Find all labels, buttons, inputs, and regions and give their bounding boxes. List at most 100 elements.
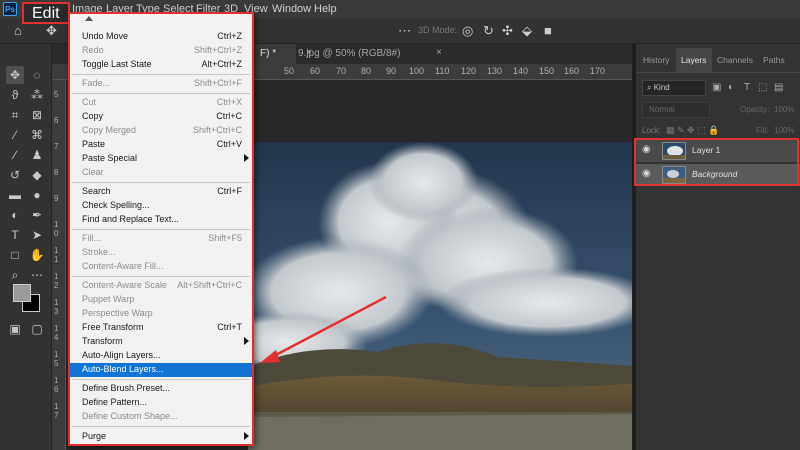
3d-pan-icon[interactable]: ✣	[502, 23, 513, 39]
rectangle-tool-icon[interactable]: □	[6, 246, 24, 264]
ruler-tick-label: 170	[590, 66, 606, 76]
menu-item-label: Fill...	[82, 233, 101, 243]
menu-window[interactable]: Window	[272, 3, 311, 15]
ruler-tick-label: 9	[54, 194, 59, 203]
frame-tool-icon[interactable]: ⊠	[28, 106, 46, 124]
menu-item-toggle-last-state[interactable]: Toggle Last State Alt+Ctrl+Z	[70, 58, 252, 72]
lasso-tool-icon[interactable]: ϑ	[6, 86, 24, 104]
pen-tool-icon[interactable]: ✒	[28, 206, 46, 224]
lock-label: Lock:	[642, 126, 662, 135]
marquee-tool-icon[interactable]: ◌	[28, 66, 46, 84]
menu-item-clear[interactable]: Clear	[70, 166, 252, 180]
menu-item-redo[interactable]: Redo Shift+Ctrl+Z	[70, 44, 252, 58]
filter-shape-icon[interactable]: ⬚	[758, 82, 767, 93]
dodge-tool-icon[interactable]: ◐	[6, 206, 24, 224]
menu-item-label: Free Transform	[82, 322, 144, 332]
photoshop-logo-icon[interactable]: Ps	[3, 2, 17, 16]
menu-item-purge[interactable]: Purge	[70, 430, 252, 444]
gradient-tool-icon[interactable]: ▬	[6, 186, 24, 204]
menu-item-label: Define Custom Shape...	[82, 411, 178, 421]
3d-slide-icon[interactable]: ⬙	[522, 23, 532, 39]
menu-item-find-replace[interactable]: Find and Replace Text...	[70, 213, 252, 227]
filter-smart-icon[interactable]: ▤	[774, 82, 783, 93]
layer-filter-select[interactable]: ⌕ Kind	[642, 80, 706, 96]
menu-item-shortcut: Alt+Shift+Ctrl+C	[177, 280, 242, 290]
menu-help[interactable]: Help	[314, 3, 337, 15]
menu-item-copy-merged[interactable]: Copy Merged Shift+Ctrl+C	[70, 124, 252, 138]
document-tab-label: 9.jpg @ 50% (RGB/8#)	[298, 48, 401, 59]
menu-item-label: Auto-Blend Layers...	[82, 364, 164, 374]
tab-history[interactable]: History	[638, 48, 674, 72]
menu-item-define-pattern[interactable]: Define Pattern...	[70, 396, 252, 410]
move-tool-icon[interactable]: ✥	[6, 66, 24, 84]
patch-tool-icon[interactable]: ⌘	[28, 126, 46, 144]
3d-scale-icon[interactable]: ■	[544, 23, 552, 38]
3d-orbit-icon[interactable]: ◎	[462, 23, 473, 39]
stamp-tool-icon[interactable]: ♟	[28, 146, 46, 164]
3d-roll-icon[interactable]: ↻	[483, 23, 494, 39]
menu-item-paste[interactable]: Paste Ctrl+V	[70, 138, 252, 152]
foreground-color-swatch[interactable]	[13, 284, 31, 302]
submenu-arrow-icon	[244, 337, 249, 345]
menu-item-cut[interactable]: Cut Ctrl+X	[70, 96, 252, 110]
quick-mask-icon[interactable]: ▣	[6, 320, 24, 338]
menu-item-shortcut: Ctrl+X	[216, 97, 242, 107]
tab-paths[interactable]: Paths	[758, 48, 790, 72]
menu-item-perspective-warp[interactable]: Perspective Warp	[70, 307, 252, 321]
close-tab-icon[interactable]: ×	[436, 47, 442, 58]
menu-item-content-aware-scale[interactable]: Content-Aware Scale Alt+Shift+Ctrl+C	[70, 279, 252, 293]
move-tool-icon[interactable]: ✥	[46, 23, 57, 39]
menu-item-fill[interactable]: Fill... Shift+F5	[70, 232, 252, 246]
hand-tool-icon[interactable]: ✋	[28, 246, 46, 264]
menu-item-puppet-warp[interactable]: Puppet Warp	[70, 293, 252, 307]
crop-tool-icon[interactable]: ⌗	[6, 106, 24, 124]
menu-item-copy[interactable]: Copy Ctrl+C	[70, 110, 252, 124]
menu-item-auto-align-layers[interactable]: Auto-Align Layers...	[70, 349, 252, 363]
menu-item-transform[interactable]: Transform	[70, 335, 252, 349]
ruler-tick-label: 140	[513, 66, 529, 76]
blur-tool-icon[interactable]: ●	[28, 186, 46, 204]
path-select-icon[interactable]: ➤	[28, 226, 46, 244]
menu-item-shortcut: Ctrl+T	[217, 322, 242, 332]
eyedropper-icon[interactable]: ⁄	[6, 126, 24, 144]
menu-edit[interactable]: Edit	[22, 2, 70, 24]
menu-item-shortcut: Shift+Ctrl+F	[193, 78, 242, 88]
menu-item-label: Fade...	[82, 78, 111, 88]
menu-item-define-custom-shape[interactable]: Define Custom Shape...	[70, 410, 252, 424]
menu-item-define-brush-preset[interactable]: Define Brush Preset...	[70, 382, 252, 396]
menu-item-search[interactable]: Search Ctrl+F	[70, 185, 252, 199]
filter-pixel-icon[interactable]: ▣	[712, 82, 721, 93]
menu-separator	[72, 229, 250, 230]
scroll-up-icon[interactable]	[85, 16, 93, 21]
document-tab[interactable]: 9.jpg @ 50% (RGB/8#)	[290, 44, 434, 64]
menu-item-paste-special[interactable]: Paste Special	[70, 152, 252, 166]
home-icon[interactable]: ⌂	[14, 23, 22, 38]
3d-mode-label: 3D Mode:	[418, 25, 458, 35]
menu-separator	[72, 379, 250, 380]
more-tools-icon[interactable]: ⋯	[28, 266, 46, 284]
menu-separator	[72, 74, 250, 75]
opacity-value[interactable]: 100%	[774, 105, 794, 114]
tab-channels[interactable]: Channels	[712, 48, 758, 72]
filter-adjust-icon[interactable]: ◐	[728, 82, 734, 93]
brush-tool-icon[interactable]: ∕	[6, 146, 24, 164]
zoom-tool-icon[interactable]: ⌕	[6, 266, 24, 284]
menu-item-check-spelling[interactable]: Check Spelling...	[70, 199, 252, 213]
tab-layers[interactable]: Layers	[676, 48, 712, 72]
menu-item-auto-blend-layers[interactable]: Auto-Blend Layers...	[70, 363, 252, 377]
menu-item-stroke[interactable]: Stroke...	[70, 246, 252, 260]
history-brush-icon[interactable]: ↺	[6, 166, 24, 184]
filter-type-icon[interactable]: T	[744, 82, 750, 93]
menu-item-free-transform[interactable]: Free Transform Ctrl+T	[70, 321, 252, 335]
menu-item-content-aware-fill[interactable]: Content-Aware Fill...	[70, 260, 252, 274]
blend-mode-select[interactable]: Normal	[642, 102, 710, 118]
eraser-icon[interactable]: ◆	[28, 166, 46, 184]
fill-value[interactable]: 100%	[774, 126, 794, 135]
screen-mode-icon[interactable]: ▢	[28, 320, 46, 338]
menu-item-undo-move[interactable]: Undo Move Ctrl+Z	[70, 30, 252, 44]
magic-wand-icon[interactable]: ⁂	[28, 86, 46, 104]
more-options-icon[interactable]: ⋯	[398, 23, 411, 39]
menu-item-fade[interactable]: Fade... Shift+Ctrl+F	[70, 77, 252, 91]
type-tool-icon[interactable]: T	[6, 226, 24, 244]
lock-pixels-icon[interactable]: ▦ ✎ ✥ ⬚ 🔒	[666, 125, 719, 136]
